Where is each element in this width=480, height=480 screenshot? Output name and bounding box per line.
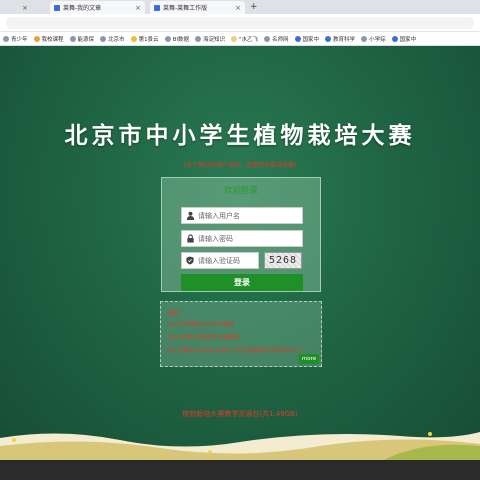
more-button[interactable]: more: [299, 354, 319, 364]
password-input[interactable]: [198, 234, 298, 243]
bookmark-item[interactable]: 我校课程: [31, 35, 67, 43]
hills-decoration: [0, 432, 480, 460]
resource-download-link[interactable]: 植物栽培大赛教学资源包(共1.49GB): [0, 409, 480, 419]
bookmark-icon: [69, 35, 76, 42]
bookmark-icon: [264, 35, 271, 42]
browser-tab-1[interactable]: ×: [2, 1, 32, 14]
bookmark-item[interactable]: 小学综: [358, 35, 389, 43]
browser-tab-strip: × 莱舞-我的文章 × 莱舞-莱舞工作版 × +: [0, 0, 480, 14]
bookmark-item[interactable]: 北京市: [97, 35, 128, 43]
notice-item[interactable]: 2022北师量2023年冲选假: [167, 320, 234, 328]
tab-close-icon[interactable]: ×: [235, 4, 241, 12]
bookmark-item[interactable]: BI数据: [162, 35, 192, 43]
login-page: 北京市中小学生植物栽培大赛 (为了更好的用户体验，请使用谷歌浏览器) 欢迎登录 …: [0, 46, 480, 460]
username-input[interactable]: [198, 211, 298, 220]
login-heading: 欢迎登录: [223, 186, 258, 196]
notice-item[interactable]: 关于开展2023年北京市中小学生植物栽培大赛专业公方: [167, 346, 302, 354]
page-title: 北京市中小学生植物栽培大赛: [64, 122, 416, 149]
tab-title: 莱舞-莱舞工作版: [163, 5, 208, 12]
bookmark-item[interactable]: 青少年: [0, 35, 31, 43]
bookmark-icon: [391, 35, 398, 42]
taskbar: [0, 460, 480, 480]
tab-favicon-icon: [54, 4, 60, 11]
bookmark-icon: [130, 35, 137, 42]
bookmark-icon: [325, 35, 332, 42]
captcha-input[interactable]: [198, 256, 256, 265]
browser-recommendation-note: (为了更好的用户体验，请使用谷歌浏览器): [183, 162, 297, 169]
notice-item[interactable]: 2023年第5节届北京市选题和: [167, 333, 240, 341]
password-field: [181, 230, 303, 247]
bookmark-item[interactable]: 海淀知识: [192, 35, 228, 43]
bookmarks-bar: 青少年 我校课程 能源保 北京市 第1景云 BI数据 海淀知识 "水乙飞 名师网…: [0, 32, 480, 46]
login-panel: 欢迎登录 5268 登录: [161, 177, 321, 292]
bookmark-item[interactable]: 国家中: [292, 35, 323, 43]
bookmark-item[interactable]: 教育科学: [322, 35, 358, 43]
address-bar-row: [0, 14, 480, 32]
login-button[interactable]: 登录: [181, 274, 303, 291]
bookmark-icon: [3, 35, 9, 42]
bookmark-item[interactable]: 国家中: [389, 35, 420, 43]
tab-title: 莱舞-我的文章: [63, 5, 102, 12]
bookmark-icon: [33, 35, 40, 42]
bookmark-item[interactable]: "水乙飞: [228, 35, 261, 43]
bookmark-icon: [294, 35, 301, 42]
notice-panel: 通知: 2022北师量2023年冲选假 2023年第5节届北京市选题和 关于开展…: [160, 301, 322, 367]
lock-icon: [182, 231, 198, 246]
bookmark-icon: [164, 35, 171, 42]
tab-favicon-icon: [154, 4, 160, 11]
browser-tab-3[interactable]: 莱舞-莱舞工作版 ×: [150, 1, 245, 14]
bookmark-icon: [230, 35, 237, 42]
bookmark-item[interactable]: 第1景云: [128, 35, 162, 43]
user-icon: [182, 208, 198, 223]
tab-close-icon[interactable]: ×: [22, 4, 28, 12]
globe-icon: [194, 35, 201, 42]
captcha-image[interactable]: 5268: [264, 252, 302, 269]
address-bar[interactable]: [6, 17, 474, 29]
username-field: [181, 207, 303, 224]
new-tab-button[interactable]: +: [250, 1, 258, 13]
bookmark-icon: [361, 35, 368, 42]
captcha-field: [181, 252, 259, 269]
shield-icon: [182, 253, 198, 268]
globe-icon: [100, 35, 107, 42]
browser-tab-2[interactable]: 莱舞-我的文章 ×: [50, 1, 145, 14]
bookmark-item[interactable]: 名师网: [261, 35, 292, 43]
notice-heading: 通知:: [167, 310, 182, 317]
tab-close-icon[interactable]: ×: [135, 4, 141, 12]
bookmark-item[interactable]: 能源保: [67, 35, 98, 43]
